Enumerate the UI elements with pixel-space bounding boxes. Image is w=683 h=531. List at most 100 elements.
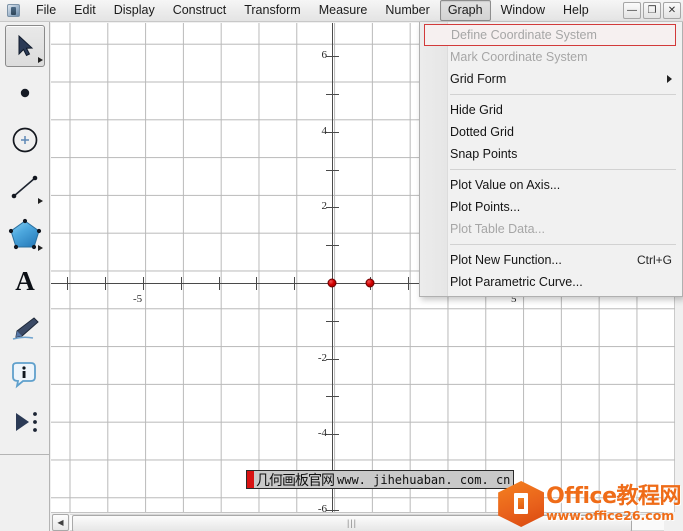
flyout-arrow-icon[interactable] [38, 198, 43, 204]
origin-point[interactable] [327, 278, 337, 288]
office-logo-title: Office教程网 [546, 483, 681, 509]
circle-compass-icon [12, 127, 38, 152]
menu-help[interactable]: Help [555, 0, 597, 21]
menu-window[interactable]: Window [493, 0, 553, 21]
menu-item-plot-parametric-curve[interactable]: Plot Parametric Curve... [420, 271, 682, 293]
menu-item-hide-grid[interactable]: Hide Grid [420, 99, 682, 121]
x-tick [218, 277, 220, 290]
menu-construct[interactable]: Construct [165, 0, 235, 21]
menu-item-label: Hide Grid [450, 103, 503, 117]
graph-dropdown-menu: Define Coordinate System Mark Coordinate … [419, 22, 683, 297]
menu-item-shortcut: Ctrl+G [636, 253, 672, 267]
menu-item-label: Define Coordinate System [451, 28, 597, 42]
menu-item-label: Plot Value on Axis... [450, 178, 561, 192]
x-tick [256, 277, 258, 290]
menu-bar: File Edit Display Construct Transform Measure… [0, 0, 683, 22]
y-tick [326, 94, 339, 95]
polygon-tool[interactable] [0, 210, 50, 257]
tool-palette-spacer [0, 455, 50, 531]
y-tick [326, 396, 339, 398]
svg-text:A: A [15, 266, 35, 296]
menu-transform[interactable]: Transform [236, 0, 309, 21]
straightedge-tool[interactable] [0, 163, 50, 210]
x-tick [294, 277, 296, 290]
window-controls: — ❐ ✕ [623, 2, 681, 19]
information-tool[interactable] [0, 351, 50, 398]
y-tick [326, 358, 339, 360]
menu-item-snap-points[interactable]: Snap Points [420, 143, 682, 165]
y-tick [326, 245, 339, 247]
menu-item-plot-table-data: Plot Table Data... [420, 218, 682, 240]
y-tick [326, 169, 339, 171]
office-tutorial-logo: Office教程网 www.office26.com [498, 481, 681, 527]
menu-item-label: Dotted Grid [450, 125, 514, 139]
office-logo-text: Office教程网 www.office26.com [546, 483, 681, 523]
x-tick [180, 277, 182, 290]
office-logo-url: www.office26.com [546, 507, 675, 523]
menu-separator [450, 94, 676, 95]
menu-item-plot-value-on-axis[interactable]: Plot Value on Axis... [420, 174, 682, 196]
y-axis-label: 2 [321, 200, 328, 213]
menu-item-grid-form[interactable]: Grid Form [420, 68, 682, 90]
text-tool[interactable]: A [0, 257, 50, 304]
menu-separator [450, 244, 676, 245]
y-axis-label: -6 [317, 502, 327, 512]
selection-arrow-tool[interactable] [0, 22, 50, 69]
x-axis-label: -5 [133, 293, 143, 305]
restore-button[interactable]: ❐ [643, 2, 661, 19]
x-tick [67, 277, 69, 290]
menu-item-label: Plot Table Data... [450, 222, 545, 236]
menu-item-label: Plot Points... [450, 200, 521, 214]
menu-item-dotted-grid[interactable]: Dotted Grid [420, 121, 682, 143]
menu-item-plot-new-function[interactable]: Plot New Function... Ctrl+G [420, 249, 682, 271]
marker-tool[interactable] [0, 304, 50, 351]
y-tick [326, 56, 339, 58]
menu-items: File Edit Display Construct Transform Measure… [27, 0, 598, 21]
y-tick [326, 434, 339, 436]
pen-marker-icon [12, 316, 39, 340]
flyout-arrow-icon[interactable] [38, 245, 43, 251]
info-bubble-icon [12, 361, 36, 388]
x-tick [407, 277, 409, 290]
point-tool[interactable] [0, 69, 50, 116]
y-tick [326, 131, 339, 133]
menu-item-mark-coordinate-system: Mark Coordinate System [420, 46, 682, 68]
menu-file[interactable]: File [28, 0, 64, 21]
menu-edit[interactable]: Edit [66, 0, 104, 21]
close-button[interactable]: ✕ [663, 2, 681, 19]
menu-display[interactable]: Display [106, 0, 163, 21]
line-segment-icon [11, 175, 38, 198]
y-axis-label: -2 [317, 351, 327, 364]
point-icon [20, 88, 30, 97]
x-tick [143, 277, 144, 290]
menu-separator [450, 169, 676, 170]
menu-item-label: Snap Points [450, 147, 518, 161]
office-hexagon-icon [498, 481, 545, 527]
custom-tool[interactable] [0, 398, 50, 445]
y-tick [326, 509, 339, 511]
play-dots-icon [16, 411, 37, 432]
pentagon-icon [8, 218, 42, 249]
menu-item-define-coordinate-system: Define Coordinate System [424, 24, 676, 46]
y-axis-label: 6 [321, 49, 328, 62]
watermark-chinese: 几何画板官网 [254, 471, 336, 489]
compass-circle-tool[interactable] [0, 116, 50, 163]
menu-measure[interactable]: Measure [311, 0, 376, 21]
scroll-left-arrow-icon[interactable]: ◀ [52, 513, 69, 531]
unit-point[interactable] [365, 278, 375, 288]
sketchpad-window: File Edit Display Construct Transform Measure… [0, 0, 683, 531]
x-tick [105, 277, 107, 290]
menu-item-label: Mark Coordinate System [450, 50, 588, 64]
sketchpad-app-icon [3, 3, 23, 19]
menu-graph[interactable]: Graph [439, 0, 491, 21]
menu-item-label: Plot New Function... [450, 253, 562, 267]
y-axis-label: -4 [317, 427, 327, 440]
flyout-arrow-icon[interactable] [38, 57, 43, 63]
menu-number[interactable]: Number [377, 0, 437, 21]
y-tick [326, 320, 339, 322]
menu-item-plot-points[interactable]: Plot Points... [420, 196, 682, 218]
watermark-red-bar [247, 471, 254, 488]
minimize-button[interactable]: — [623, 2, 641, 19]
y-axis [332, 23, 333, 512]
submenu-arrow-icon [667, 75, 672, 83]
